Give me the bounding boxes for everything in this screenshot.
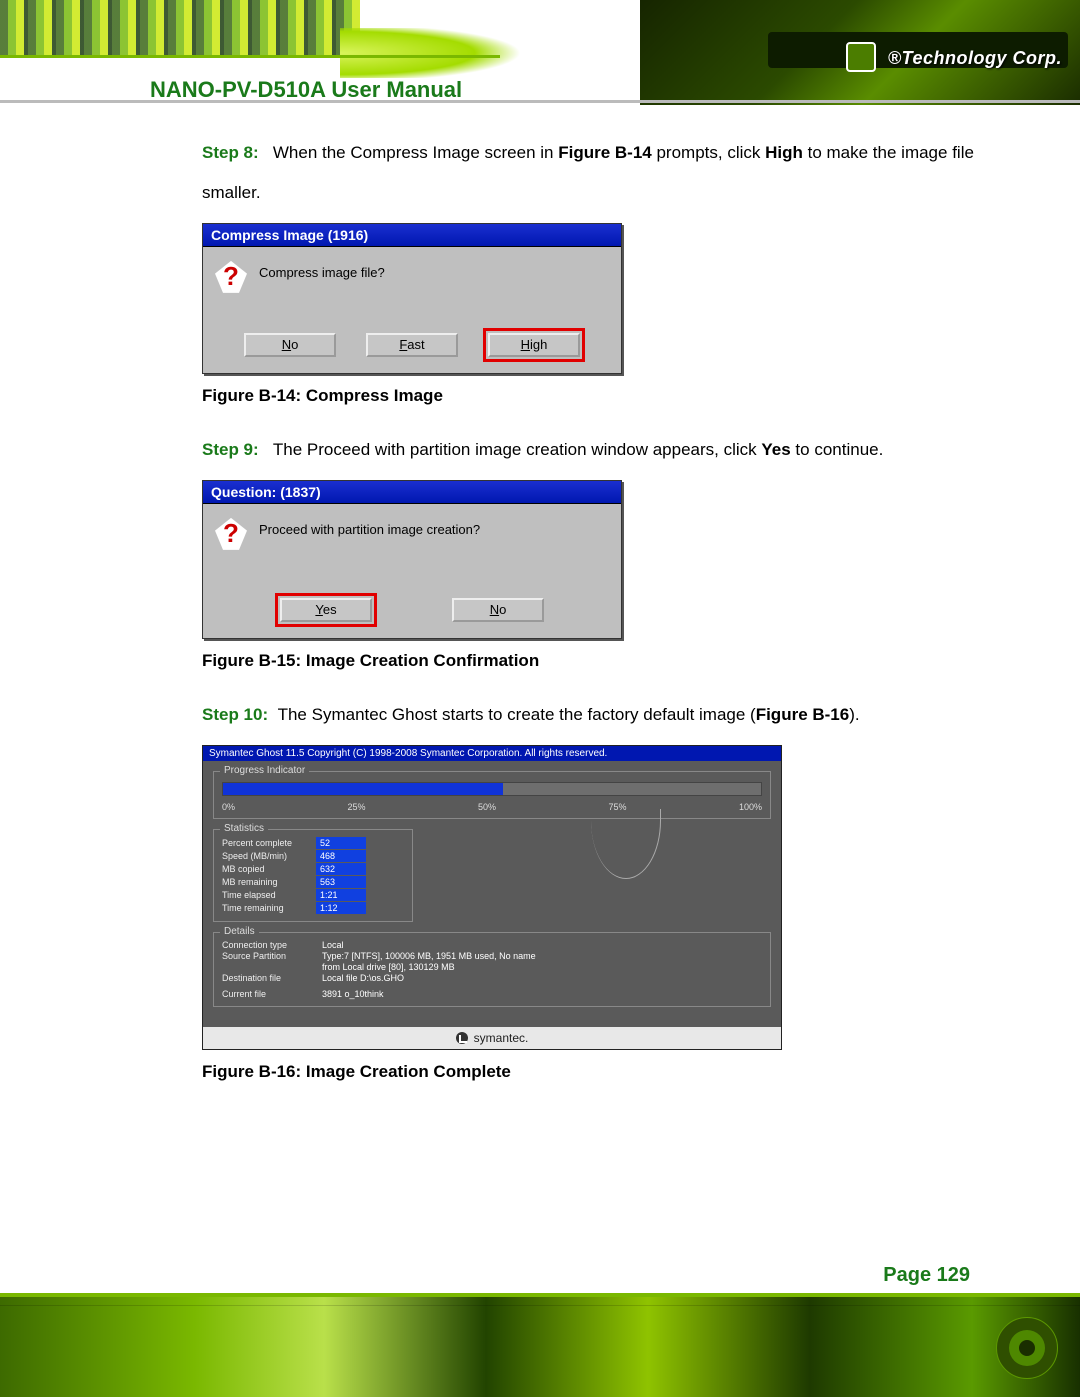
tick-50: 50% [478,802,496,812]
progress-bar [222,782,762,796]
step-9-text-b: to continue. [791,440,884,459]
stat-lbl-3: MB remaining [222,877,312,887]
brand-label: ®Technology Corp. [888,48,1062,68]
det-lbl-4: Current file [222,989,312,999]
proceed-dialog: Question: (1837) Proceed with partition … [202,480,622,639]
dialog1-titlebar: Compress Image (1916) [203,224,621,247]
details-label: Details [220,926,259,937]
btn-no-rest2: o [499,602,506,617]
tick-0: 0% [222,802,235,812]
step-10-text-b: ). [849,705,859,724]
symantec-text: symantec. [474,1031,529,1045]
tick-25: 25% [347,802,365,812]
stat-lbl-4: Time elapsed [222,890,312,900]
page-number: Page 129 [883,1264,970,1287]
stat-lbl-5: Time remaining [222,903,312,913]
question-icon [215,261,247,293]
det-val-1: Type:7 [NTFS], 100006 MB, 1951 MB used, … [322,951,536,961]
tick-100: 100% [739,802,762,812]
stat-val-3: 563 [316,876,366,888]
no-button[interactable]: No [244,333,336,357]
compress-image-dialog: Compress Image (1916) Compress image fil… [202,223,622,374]
step-8-figref: Figure B-14 [558,143,652,162]
step-8-label: Step 8: [202,143,259,162]
step-10-block: Step 10: The Symantec Ghost starts to cr… [202,695,1020,735]
dialog1-question: Compress image file? [259,265,385,280]
step-8-text-b: prompts, click [652,143,765,162]
det-val-2: from Local drive [80], 130129 MB [322,962,455,972]
btn-no-rest: o [291,337,298,352]
det-val-3: Local file D:\os.GHO [322,973,404,983]
stat-lbl-0: Percent complete [222,838,312,848]
symantec-brand-row: symantec. [203,1027,781,1049]
step-9-bold: Yes [761,440,790,459]
det-lbl-1: Source Partition [222,951,312,961]
btn-fast-rest: ast [407,337,424,352]
brand-logo-icon [846,42,876,72]
progress-box: Progress Indicator 0% 25% 50% 75% 100% [213,771,771,819]
step-9-label: Step 9: [202,440,259,459]
step-8-bold: High [765,143,803,162]
footer: Page 129 [0,1257,1080,1397]
det-val-4: 3891 o_10think [322,989,384,999]
stat-val-4: 1:21 [316,889,366,901]
yes-button[interactable]: Yes [280,598,372,622]
header-decoration-left [0,0,360,55]
progress-ticks: 0% 25% 50% 75% 100% [222,802,762,812]
brand-text: ®Technology Corp. [846,44,1062,74]
step-10-text-a: The Symantec Ghost starts to create the … [278,705,756,724]
stat-lbl-2: MB copied [222,864,312,874]
ghost-face-icon [591,809,661,879]
progress-box-label: Progress Indicator [220,765,309,776]
symantec-logo-icon [456,1032,468,1044]
step-10-figref: Figure B-16 [756,705,850,724]
no-button[interactable]: No [452,598,544,622]
figure-b15-caption: Figure B-15: Image Creation Confirmation [202,651,1020,671]
btn-yes-rest: es [323,602,337,617]
stat-val-2: 632 [316,863,366,875]
high-button[interactable]: High [488,333,580,357]
step-9-block: Step 9: The Proceed with partition image… [202,430,1020,470]
progress-fill [223,783,503,795]
step-8-text-a: When the Compress Image screen in [273,143,558,162]
page-title: NANO-PV-D510A User Manual [150,77,1020,103]
figure-b16-caption: Figure B-16: Image Creation Complete [202,1062,1020,1082]
stat-val-0: 52 [316,837,366,849]
statistics-label: Statistics [220,823,268,834]
stat-val-1: 468 [316,850,366,862]
fast-button[interactable]: Fast [366,333,458,357]
ghost-window: Symantec Ghost 11.5 Copyright (C) 1998-2… [202,745,782,1050]
header-swoosh [340,28,660,78]
btn-high-rest: igh [530,337,547,352]
stat-lbl-1: Speed (MB/min) [222,851,312,861]
footer-decoration [0,1297,1080,1397]
header-green-bar [0,55,500,58]
det-lbl-2 [222,962,312,972]
ghost-titlebar: Symantec Ghost 11.5 Copyright (C) 1998-2… [203,746,781,761]
question-icon [215,518,247,550]
dialog2-titlebar: Question: (1837) [203,481,621,504]
step-8-block: Step 8: When the Compress Image screen i… [202,133,1020,213]
step-10-label: Step 10: [202,705,268,724]
dialog2-question: Proceed with partition image creation? [259,522,480,537]
stat-val-5: 1:12 [316,902,366,914]
figure-b14-caption: Figure B-14: Compress Image [202,386,1020,406]
det-lbl-3: Destination file [222,973,312,983]
det-val-0: Local [322,940,344,950]
statistics-box: Statistics Percent complete52 Speed (MB/… [213,829,413,922]
det-lbl-0: Connection type [222,940,312,950]
step-9-text-a: The Proceed with partition image creatio… [273,440,762,459]
details-box: Details Connection typeLocal Source Part… [213,932,771,1007]
